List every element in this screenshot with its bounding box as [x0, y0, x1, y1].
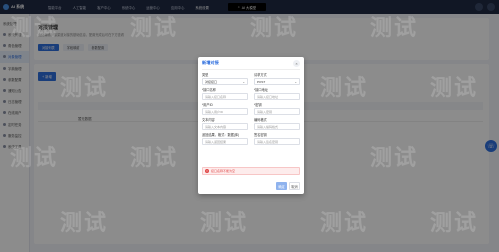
input-placeholder: 请输入用户ID: [205, 109, 224, 114]
error-text: 接口名称不能为空: [211, 169, 236, 173]
method-select[interactable]: POST ⌄: [254, 78, 300, 85]
input-placeholder: 请输入编码格式: [257, 124, 279, 129]
form-grid: 类型 对接接口 ⌄ 请求方式 POST ⌄ *接口名称 请输入接口名称 *接口地址 …: [202, 73, 300, 145]
key-input[interactable]: 请输入密钥: [254, 108, 300, 115]
input-placeholder: 请输入签名密钥: [257, 139, 279, 144]
add-dialog: 新增对接 × 类型 对接接口 ⌄ 请求方式 POST ⌄ *接口名称 请输入接口名称…: [198, 57, 304, 194]
chevron-down-icon: ⌄: [294, 79, 297, 84]
input-placeholder: 请输入接口名称: [205, 94, 227, 99]
select-value: POST: [257, 79, 266, 84]
confirm-button[interactable]: 确定: [276, 182, 287, 190]
encoding-input[interactable]: 请输入编码格式: [254, 123, 300, 130]
text-input[interactable]: 请输入文本内容: [202, 123, 248, 130]
chevron-down-icon: ⌄: [242, 79, 245, 84]
dialog-footer: 确定 取消: [276, 182, 300, 190]
sign-input[interactable]: 请输入签名密钥: [254, 138, 300, 145]
close-icon[interactable]: ×: [293, 59, 300, 67]
name-input[interactable]: 请输入接口名称: [202, 93, 248, 100]
error-icon: !: [205, 169, 209, 173]
field-url: *接口地址 请输入接口地址: [254, 88, 300, 100]
field-key: *密钥 请输入密钥: [254, 103, 300, 115]
field-type: 类型 对接接口 ⌄: [202, 73, 248, 85]
select-value: 对接接口: [205, 79, 218, 84]
result-input[interactable]: 请输入返回结果: [202, 138, 248, 145]
field-result: 返回结果，格式：数据(体) 请输入返回结果: [202, 133, 248, 145]
divider: [202, 69, 300, 70]
input-placeholder: 请输入密钥: [257, 109, 273, 114]
url-input[interactable]: 请输入接口地址: [254, 93, 300, 100]
user-id-input[interactable]: 请输入用户ID: [202, 108, 248, 115]
dialog-header: 新增对接 ×: [198, 57, 304, 69]
input-placeholder: 请输入文本内容: [205, 124, 227, 129]
input-placeholder: 请输入返回结果: [205, 139, 227, 144]
type-select[interactable]: 对接接口 ⌄: [202, 78, 248, 85]
dialog-title: 新增对接: [202, 60, 219, 65]
cancel-button[interactable]: 取消: [289, 182, 300, 190]
field-method: 请求方式 POST ⌄: [254, 73, 300, 85]
field-name: *接口名称 请输入接口名称: [202, 88, 248, 100]
error-alert: ! 接口名称不能为空: [202, 167, 300, 175]
field-text: 文本内容 请输入文本内容: [202, 118, 248, 130]
input-placeholder: 请输入接口地址: [257, 94, 279, 99]
field-user-id: *用户ID 请输入用户ID: [202, 103, 248, 115]
field-encoding: 编码格式 请输入编码格式: [254, 118, 300, 130]
field-sign: 签名密钥 请输入签名密钥: [254, 133, 300, 145]
